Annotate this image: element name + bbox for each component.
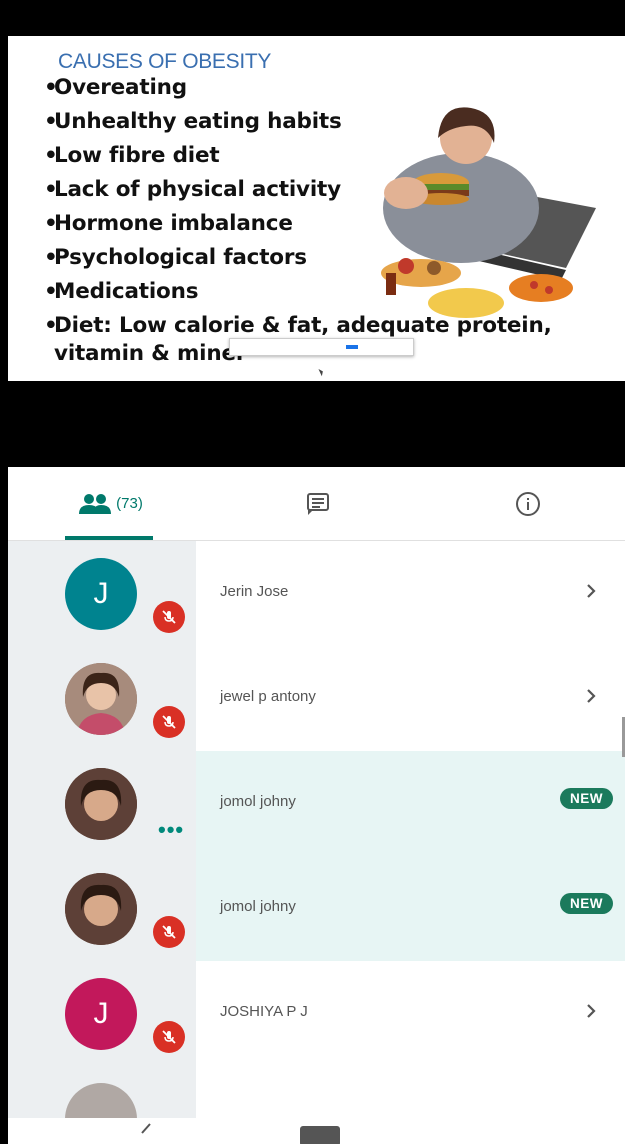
- participant-row[interactable]: ••• jomol johny NEW: [8, 751, 625, 856]
- people-icon: [79, 493, 112, 514]
- participant-name: Jerin Jose: [220, 583, 289, 600]
- avatar: [65, 663, 137, 735]
- mic-muted-icon: [153, 706, 185, 738]
- participant-info: JOSHIYA P J: [196, 961, 625, 1066]
- chevron-right-icon[interactable]: [579, 579, 603, 603]
- mic-muted-icon: [153, 916, 185, 948]
- tab-chat[interactable]: [248, 467, 388, 540]
- participant-row[interactable]: jewel p antony: [8, 646, 625, 751]
- tooltip-action-button[interactable]: [346, 345, 358, 349]
- participants-panel: (73) J Jerin Jose jewel p antony ••• jom…: [8, 467, 625, 1144]
- chevron-right-icon[interactable]: [579, 999, 603, 1023]
- tooltip-popup[interactable]: [229, 338, 414, 356]
- participant-info: Jerin Jose: [196, 541, 625, 646]
- avatar: J: [65, 978, 137, 1050]
- avatar-column: J: [8, 961, 196, 1066]
- participant-list: J Jerin Jose jewel p antony ••• jomol jo…: [8, 541, 625, 1144]
- participant-name: jomol johny: [220, 793, 296, 810]
- home-icon[interactable]: [300, 1126, 340, 1144]
- mic-muted-icon: [153, 1021, 185, 1053]
- slide-title: CAUSES OF OBESITY: [58, 50, 272, 73]
- avatar: [65, 873, 137, 945]
- participant-row[interactable]: J Jerin Jose: [8, 541, 625, 646]
- participant-row[interactable]: J JOSHIYA P J: [8, 961, 625, 1066]
- chat-icon: [307, 492, 329, 515]
- participant-info: jewel p antony: [196, 646, 625, 751]
- panel-tab-bar: (73): [8, 467, 625, 541]
- avatar-column: [8, 856, 196, 961]
- participant-count: (73): [116, 495, 143, 512]
- avatar-column: J: [8, 541, 196, 646]
- avatar: J: [65, 558, 137, 630]
- speaking-indicator-icon: •••: [158, 817, 185, 842]
- participant-name: jewel p antony: [220, 688, 316, 705]
- new-badge: NEW: [560, 893, 613, 914]
- participant-name: jomol johny: [220, 898, 296, 915]
- chevron-right-icon[interactable]: [579, 684, 603, 708]
- new-badge: NEW: [560, 788, 613, 809]
- tab-info[interactable]: [458, 467, 598, 540]
- system-nav-bar: [8, 1118, 625, 1144]
- obesity-illustration: [381, 107, 596, 318]
- avatar-column: •••: [8, 751, 196, 856]
- top-black-bar: [8, 0, 625, 36]
- participant-info: jomol johny NEW: [196, 856, 625, 961]
- mouse-cursor-icon: [318, 367, 325, 377]
- tab-people[interactable]: (73): [48, 467, 173, 540]
- app-frame: CAUSES OF OBESITY •Overeating •Unhealthy…: [8, 0, 625, 1144]
- back-icon[interactable]: [136, 1122, 156, 1144]
- mic-muted-icon: [153, 601, 185, 633]
- active-tab-indicator: [65, 536, 153, 540]
- presentation-slide[interactable]: CAUSES OF OBESITY •Overeating •Unhealthy…: [8, 36, 625, 381]
- avatar: [65, 768, 137, 840]
- participant-name: JOSHIYA P J: [220, 1003, 308, 1020]
- participant-row[interactable]: jomol johny NEW: [8, 856, 625, 961]
- video-letterbox: [8, 381, 625, 467]
- avatar-column: [8, 646, 196, 751]
- participant-info: jomol johny NEW: [196, 751, 625, 856]
- info-icon: [516, 491, 540, 516]
